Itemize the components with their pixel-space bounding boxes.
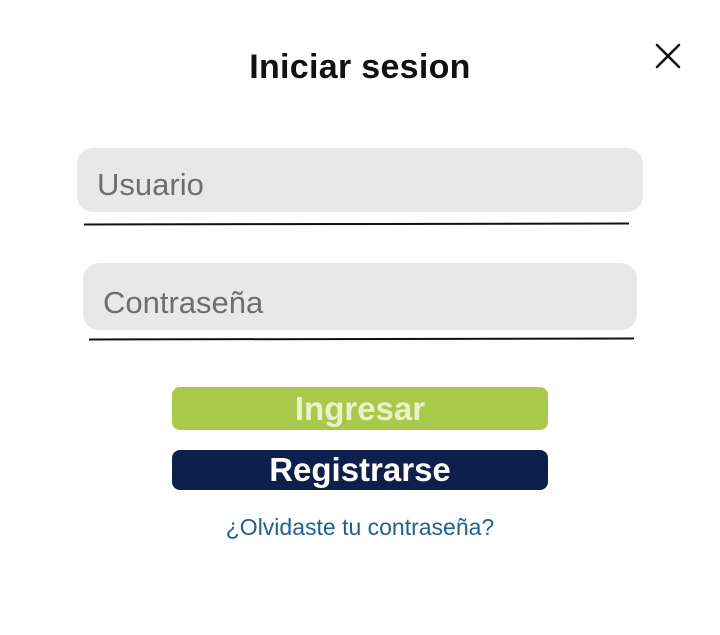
dialog-title: Iniciar sesion: [249, 48, 471, 86]
username-underline: [83, 222, 630, 226]
forgot-password-link[interactable]: ¿Olvidaste tu contraseña?: [0, 514, 720, 541]
password-input[interactable]: [83, 263, 637, 330]
password-underline: [88, 337, 635, 341]
username-input[interactable]: [77, 148, 643, 212]
close-button[interactable]: [650, 38, 686, 74]
close-icon[interactable]: [654, 42, 682, 70]
login-button[interactable]: Ingresar: [172, 387, 548, 430]
login-dialog: Iniciar sesion Ingresar Registrarse ¿Olv…: [0, 0, 720, 635]
register-button[interactable]: Registrarse: [172, 450, 548, 490]
